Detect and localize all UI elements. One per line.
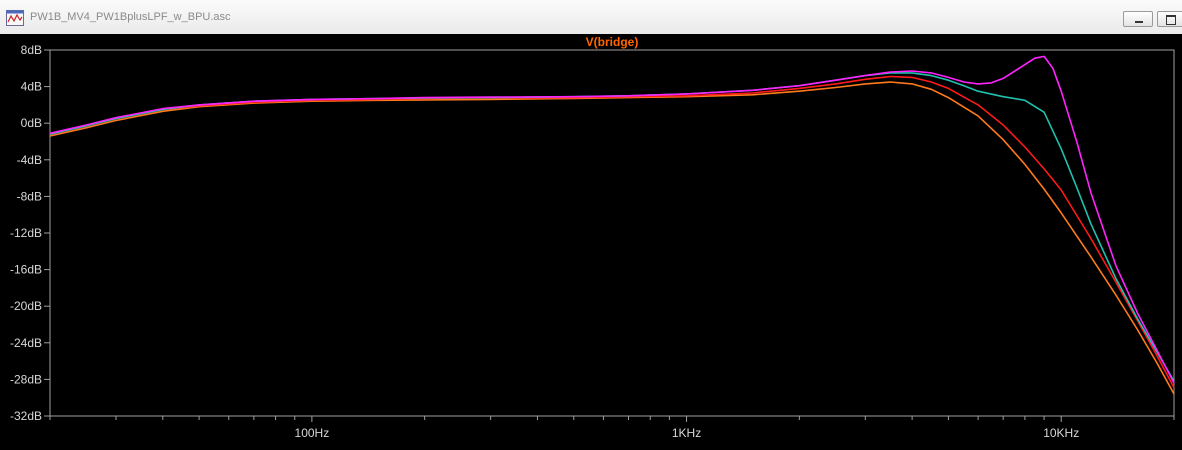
- y-tick-label: 4dB: [21, 80, 42, 94]
- chart-title[interactable]: V(bridge): [586, 35, 639, 49]
- maximize-icon: [1166, 15, 1176, 25]
- window-titlebar: PW1B_MV4_PW1BplusLPF_w_BPU.asc: [0, 0, 1182, 35]
- x-tick-label: 10KHz: [1043, 426, 1079, 440]
- maximize-button[interactable]: [1157, 11, 1182, 27]
- y-tick-label: -8dB: [17, 189, 42, 203]
- x-tick-label: 100Hz: [295, 426, 330, 440]
- y-tick-label: 0dB: [21, 116, 42, 130]
- window-title: PW1B_MV4_PW1BplusLPF_w_BPU.asc: [30, 11, 231, 23]
- waveform-window-icon[interactable]: [6, 10, 24, 26]
- y-tick-label: -28dB: [10, 372, 42, 386]
- y-tick-label: -12dB: [10, 226, 42, 240]
- y-tick-label: -16dB: [10, 263, 42, 277]
- y-tick-label: 8dB: [21, 43, 42, 57]
- y-tick-label: -24dB: [10, 336, 42, 350]
- minimize-button[interactable]: [1123, 11, 1153, 27]
- minimize-icon: [1135, 21, 1143, 23]
- x-tick-label: 1KHz: [672, 426, 701, 440]
- y-tick-label: -4dB: [17, 153, 42, 167]
- y-tick-label: -20dB: [10, 299, 42, 313]
- y-tick-label: -32dB: [10, 409, 42, 423]
- bode-plot[interactable]: V(bridge) 8dB 4dB 0dB -4dB -8dB -12dB -16dB -20…: [0, 34, 1182, 450]
